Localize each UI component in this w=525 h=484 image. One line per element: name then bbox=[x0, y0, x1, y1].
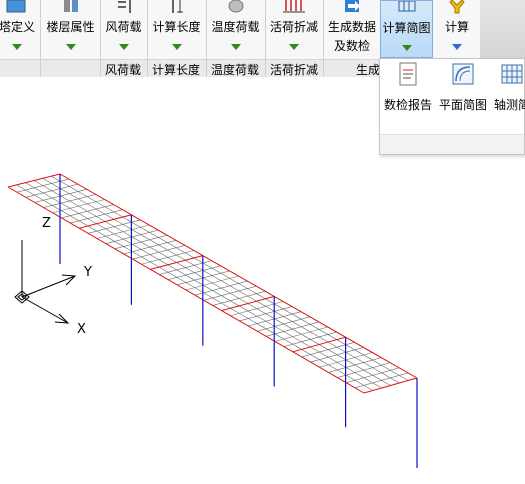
tower-definition-icon bbox=[6, 0, 26, 13]
calc-length-button[interactable]: 计算长度 bbox=[148, 0, 205, 58]
wind-load-label: 风荷载 bbox=[105, 20, 142, 34]
dropdown-arrow-icon bbox=[401, 45, 412, 51]
calc-diagram-label: 计算简图 bbox=[382, 21, 431, 35]
dropdown-arrow-icon bbox=[65, 44, 76, 50]
slab-grid-line bbox=[51, 175, 409, 381]
generate-data-icon bbox=[345, 0, 360, 12]
column-lines bbox=[59, 174, 418, 468]
slab-grid-line bbox=[25, 182, 382, 389]
group-label-calc-length: 计算长度 bbox=[152, 63, 201, 77]
calc-length-label: 计算长度 bbox=[152, 20, 201, 34]
floor-properties-label: 楼层属性 bbox=[46, 20, 95, 34]
live-load-reduction-button[interactable]: 活荷折减 bbox=[266, 0, 322, 58]
live-load-reduction-icon bbox=[283, 0, 305, 13]
dropdown-arrow-icon bbox=[12, 44, 22, 50]
calc-diagram-button[interactable]: 计算简图 bbox=[380, 0, 433, 58]
check-report-icon bbox=[399, 62, 417, 86]
calculate-button[interactable]: 计算 bbox=[436, 0, 478, 58]
group-label-temperature-load: 温度荷载 bbox=[211, 63, 260, 77]
slab-bay-line bbox=[221, 295, 275, 312]
dropdown-arrow-icon bbox=[118, 44, 129, 50]
axonometric-diagram-label: 轴测简 bbox=[494, 98, 525, 112]
axis-label-x: X bbox=[77, 322, 86, 337]
ribbon-separator bbox=[40, 0, 41, 77]
plan-diagram-label: 平面简图 bbox=[438, 98, 487, 112]
axonometric-diagram-item[interactable]: 轴测简 bbox=[492, 59, 525, 115]
plan-diagram-item[interactable]: 平面简图 bbox=[436, 59, 490, 115]
dropdown-footer bbox=[380, 134, 524, 154]
group-label-live-load-reduction: 活荷折减 bbox=[270, 63, 319, 77]
live-load-reduction-label: 活荷折减 bbox=[269, 20, 318, 34]
generate-data-label: 生成数据 bbox=[327, 20, 376, 34]
calculate-label: 计算 bbox=[444, 20, 469, 34]
plan-diagram-icon bbox=[452, 63, 474, 85]
tower-definition-label: 塔定义 bbox=[0, 20, 35, 34]
axis-label-y: Y bbox=[84, 265, 92, 280]
slab-grid-line bbox=[16, 184, 373, 391]
slab-bay-line bbox=[79, 214, 132, 229]
dropdown-arrow-icon bbox=[289, 44, 299, 50]
axis-label-z: Z bbox=[42, 216, 51, 231]
dropdown-arrow-icon bbox=[230, 44, 241, 50]
slab-bay-line bbox=[292, 336, 346, 353]
group-label-wind-load: 风荷载 bbox=[105, 63, 142, 77]
generate-data-button[interactable]: 生成数据 及数检 bbox=[325, 0, 379, 58]
floor-properties-button[interactable]: 楼层属性 bbox=[43, 0, 98, 58]
coordinate-axes-icon bbox=[14, 240, 77, 324]
temperature-load-icon bbox=[228, 0, 243, 13]
slab-edge bbox=[7, 186, 365, 394]
slab-border bbox=[7, 173, 418, 394]
slab-bay-line bbox=[150, 255, 203, 270]
ribbon-empty-area bbox=[480, 0, 525, 59]
ribbon-separator bbox=[323, 0, 324, 77]
slab-edge bbox=[59, 173, 418, 379]
slab-grid-line bbox=[33, 180, 391, 386]
generate-data-label-line2: 及数检 bbox=[333, 39, 370, 53]
tower-definition-button[interactable]: 塔定义 bbox=[0, 0, 38, 58]
check-report-label: 数检报告 bbox=[383, 98, 432, 112]
calc-diagram-dropdown-menu: 数检报告 平面简图 轴测简 bbox=[379, 58, 525, 155]
wind-load-button[interactable]: 风荷载 bbox=[101, 0, 146, 58]
axonometric-diagram-icon bbox=[501, 64, 523, 84]
check-report-item[interactable]: 数检报告 bbox=[382, 59, 434, 115]
calculate-icon bbox=[449, 0, 465, 14]
temperature-load-button[interactable]: 温度荷载 bbox=[207, 0, 264, 58]
calc-diagram-icon bbox=[398, 1, 415, 12]
slab-edge bbox=[7, 173, 61, 188]
dropdown-arrow-icon bbox=[452, 44, 462, 50]
floor-properties-icon bbox=[63, 0, 78, 12]
calc-length-icon bbox=[171, 0, 183, 13]
wind-load-icon bbox=[117, 0, 131, 13]
group-label-generate: 生成 bbox=[356, 63, 381, 77]
slab-grid bbox=[16, 175, 409, 391]
temperature-load-label: 温度荷载 bbox=[211, 20, 260, 34]
dropdown-arrow-icon bbox=[171, 44, 182, 50]
slab-edge bbox=[363, 377, 418, 394]
